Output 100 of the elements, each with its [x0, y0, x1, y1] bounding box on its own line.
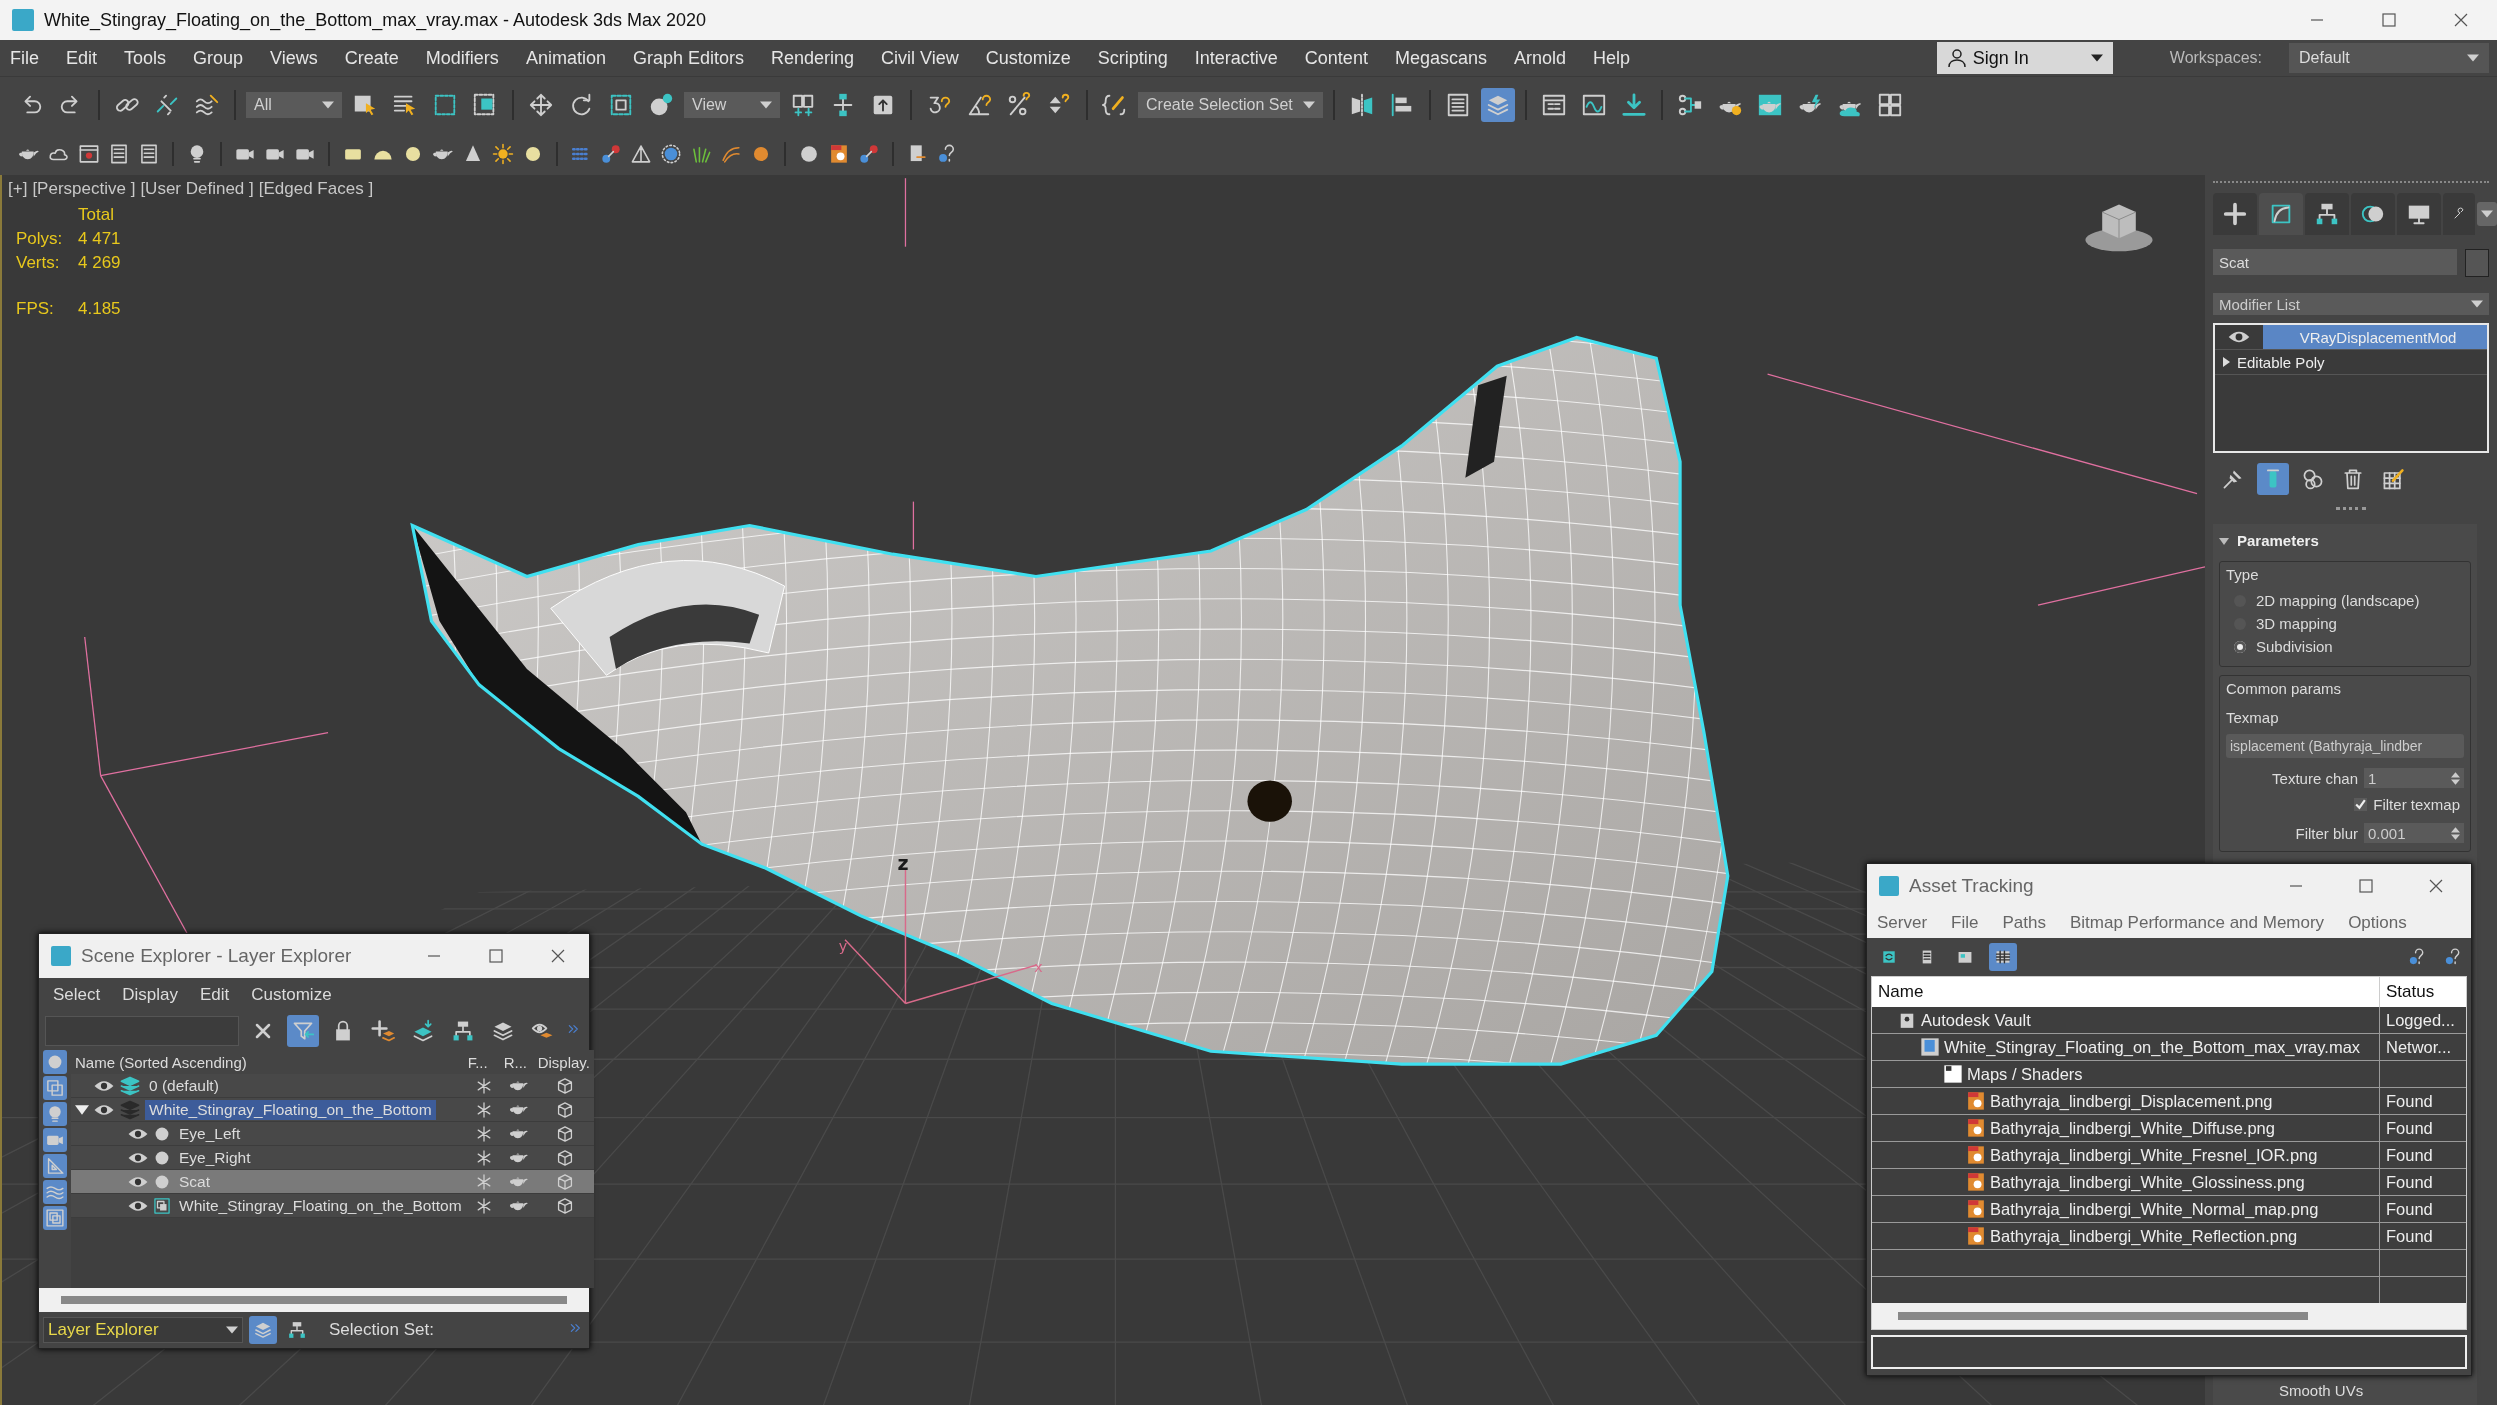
toolbar-dropdown[interactable]: Create Selection Set — [1138, 92, 1323, 118]
column-header[interactable]: Status — [2380, 982, 2466, 1002]
asset-name[interactable]: Bathyraja_lindbergi_Displacement.png — [1990, 1091, 2273, 1111]
layers-icon[interactable] — [1480, 88, 1515, 122]
group-icon[interactable] — [43, 1206, 67, 1230]
explorer-type-dropdown[interactable]: Layer Explorer — [43, 1317, 243, 1343]
menu-item[interactable]: Megascans — [1394, 47, 1487, 69]
panel-icon[interactable] — [108, 143, 130, 165]
radio-button[interactable] — [2234, 640, 2246, 653]
tree-row[interactable]: White_Stingray_Floating_on_the_Bottom — [71, 1098, 594, 1122]
object-name-field[interactable]: Scat — [2213, 249, 2457, 275]
menu-item[interactable]: Display — [122, 985, 178, 1005]
scrollbar-thumb[interactable] — [61, 1296, 567, 1304]
asset-name[interactable]: White_Stingray_Floating_on_the_Bottom_max_vray.max — [1944, 1037, 2361, 1057]
modifier-item[interactable]: Editable Poly — [2215, 350, 2487, 375]
menu-item[interactable]: Customize — [251, 985, 332, 1005]
menu-item[interactable]: Interactive — [1194, 47, 1278, 69]
search-field[interactable] — [45, 1016, 239, 1046]
shapes-icon[interactable] — [43, 1076, 67, 1100]
menu-item[interactable]: Edit — [200, 985, 230, 1005]
spinner-field[interactable]: 0.001 — [2364, 823, 2464, 843]
molecule-icon[interactable] — [600, 143, 622, 165]
light-bulb-icon[interactable] — [43, 1102, 67, 1126]
maximize-icon[interactable] — [2382, 13, 2396, 27]
viewport-label[interactable]: [Edged Faces ] — [258, 179, 374, 199]
spinner-arrows-icon[interactable] — [2451, 771, 2460, 785]
menu-item[interactable]: Options — [2348, 913, 2407, 933]
expand-arrow-icon[interactable] — [75, 1102, 89, 1117]
texmap-button[interactable]: isplacement (Bathyraja_lindber — [2226, 734, 2464, 758]
sign-in-button[interactable]: Sign In — [1936, 42, 2113, 74]
tree-row[interactable]: Eye_Left — [71, 1122, 594, 1146]
more-tabs-button[interactable] — [2477, 202, 2497, 226]
rollout-header[interactable]: Parameters — [2219, 528, 2471, 553]
tent-icon[interactable] — [630, 143, 652, 165]
menu-item[interactable]: Select — [53, 985, 101, 1005]
menu-item[interactable]: Create — [344, 47, 399, 69]
toolbar-dropdown[interactable]: View — [684, 92, 780, 118]
asset-name[interactable]: Bathyraja_lindbergi_White_Glossiness.png — [1990, 1172, 2305, 1192]
menu-item[interactable]: Arnold — [1513, 47, 1566, 69]
menu-item[interactable]: Server — [1877, 913, 1928, 933]
teapot-icon[interactable] — [18, 148, 40, 160]
tree-row[interactable]: 0 (default) — [71, 1074, 594, 1098]
menu-item[interactable]: Graph Editors — [632, 47, 744, 69]
menu-item[interactable]: Tools — [124, 47, 167, 69]
checkbox[interactable] — [2354, 798, 2368, 811]
asset-name[interactable]: Bathyraja_lindbergi_White_Reflection.png — [1990, 1226, 2298, 1246]
gear-ball-icon[interactable] — [660, 143, 682, 165]
molecule-icon[interactable] — [858, 143, 880, 165]
sun-icon[interactable] — [492, 143, 514, 165]
sphere-icon[interactable] — [798, 143, 820, 165]
hierarchy-icon[interactable] — [2305, 193, 2349, 235]
panel-icon[interactable] — [138, 143, 160, 165]
menu-item[interactable]: File — [10, 47, 39, 69]
tree-row[interactable]: Eye_Right — [71, 1146, 594, 1170]
maximize-icon[interactable] — [2359, 879, 2373, 893]
asset-name[interactable]: Autodesk Vault — [1921, 1010, 2031, 1030]
expand-arrow-icon[interactable] — [2221, 357, 2231, 367]
column-header[interactable]: Display. — [535, 1053, 594, 1071]
asset-name[interactable]: Bathyraja_lindbergi_White_Diffuse.png — [1990, 1118, 2275, 1138]
menu-item[interactable]: Views — [270, 47, 318, 69]
menu-item[interactable]: Animation — [525, 47, 606, 69]
teapot-icon[interactable] — [432, 148, 454, 160]
close-icon[interactable] — [2429, 879, 2443, 893]
modify-icon[interactable] — [2259, 193, 2303, 235]
menu-item[interactable]: Customize — [985, 47, 1071, 69]
menu-item[interactable]: Edit — [66, 47, 98, 69]
table-icon[interactable] — [1989, 943, 2017, 971]
viewport-label[interactable]: [User Defined ] — [140, 179, 254, 199]
path-field[interactable] — [1871, 1335, 2467, 1369]
column-header[interactable]: R... — [501, 1053, 536, 1071]
spinner-arrows-icon[interactable] — [2451, 826, 2460, 840]
waves-icon[interactable] — [43, 1180, 67, 1204]
menu-item[interactable]: Paths — [2002, 913, 2046, 933]
viewport-label[interactable]: [Perspective ] — [32, 179, 136, 199]
motion-icon[interactable] — [2351, 193, 2395, 235]
create-icon[interactable] — [2213, 193, 2257, 235]
menu-item[interactable]: Modifiers — [425, 47, 499, 69]
menu-item[interactable]: Content — [1304, 47, 1368, 69]
window-icon[interactable] — [78, 143, 100, 165]
close-icon[interactable] — [551, 949, 565, 963]
toolbar-dropdown[interactable]: All — [246, 92, 342, 118]
workspaces-dropdown[interactable]: Default — [2289, 43, 2489, 73]
asset-name[interactable]: Bathyraja_lindbergi_White_Fresnel_IOR.png — [1990, 1145, 2318, 1165]
column-header[interactable]: Name (Sorted Ascending) — [71, 1053, 466, 1071]
menu-item[interactable]: File — [1951, 913, 1979, 933]
menu-item[interactable]: Scripting — [1097, 47, 1168, 69]
asset-name[interactable]: Maps / Shaders — [1967, 1064, 2083, 1084]
scrollbar-thumb[interactable] — [1898, 1312, 2308, 1320]
eye-icon[interactable] — [2215, 325, 2263, 349]
menu-item[interactable]: Rendering — [771, 47, 855, 69]
spinner-field[interactable]: 1 — [2364, 768, 2464, 788]
tree-row[interactable]: White_Stingray_Floating_on_the_Bottom — [71, 1194, 594, 1218]
menu-item[interactable]: Group — [193, 47, 244, 69]
column-header[interactable]: Name — [1872, 977, 2380, 1007]
display-icon[interactable] — [2397, 193, 2441, 235]
modifier-list-dropdown[interactable]: Modifier List — [2213, 293, 2489, 315]
color-swatch[interactable] — [2465, 249, 2489, 277]
menu-item[interactable]: Bitmap Performance and Memory — [2069, 913, 2325, 933]
column-header[interactable]: F... — [465, 1053, 502, 1071]
menu-item[interactable]: Civil View — [881, 47, 959, 69]
